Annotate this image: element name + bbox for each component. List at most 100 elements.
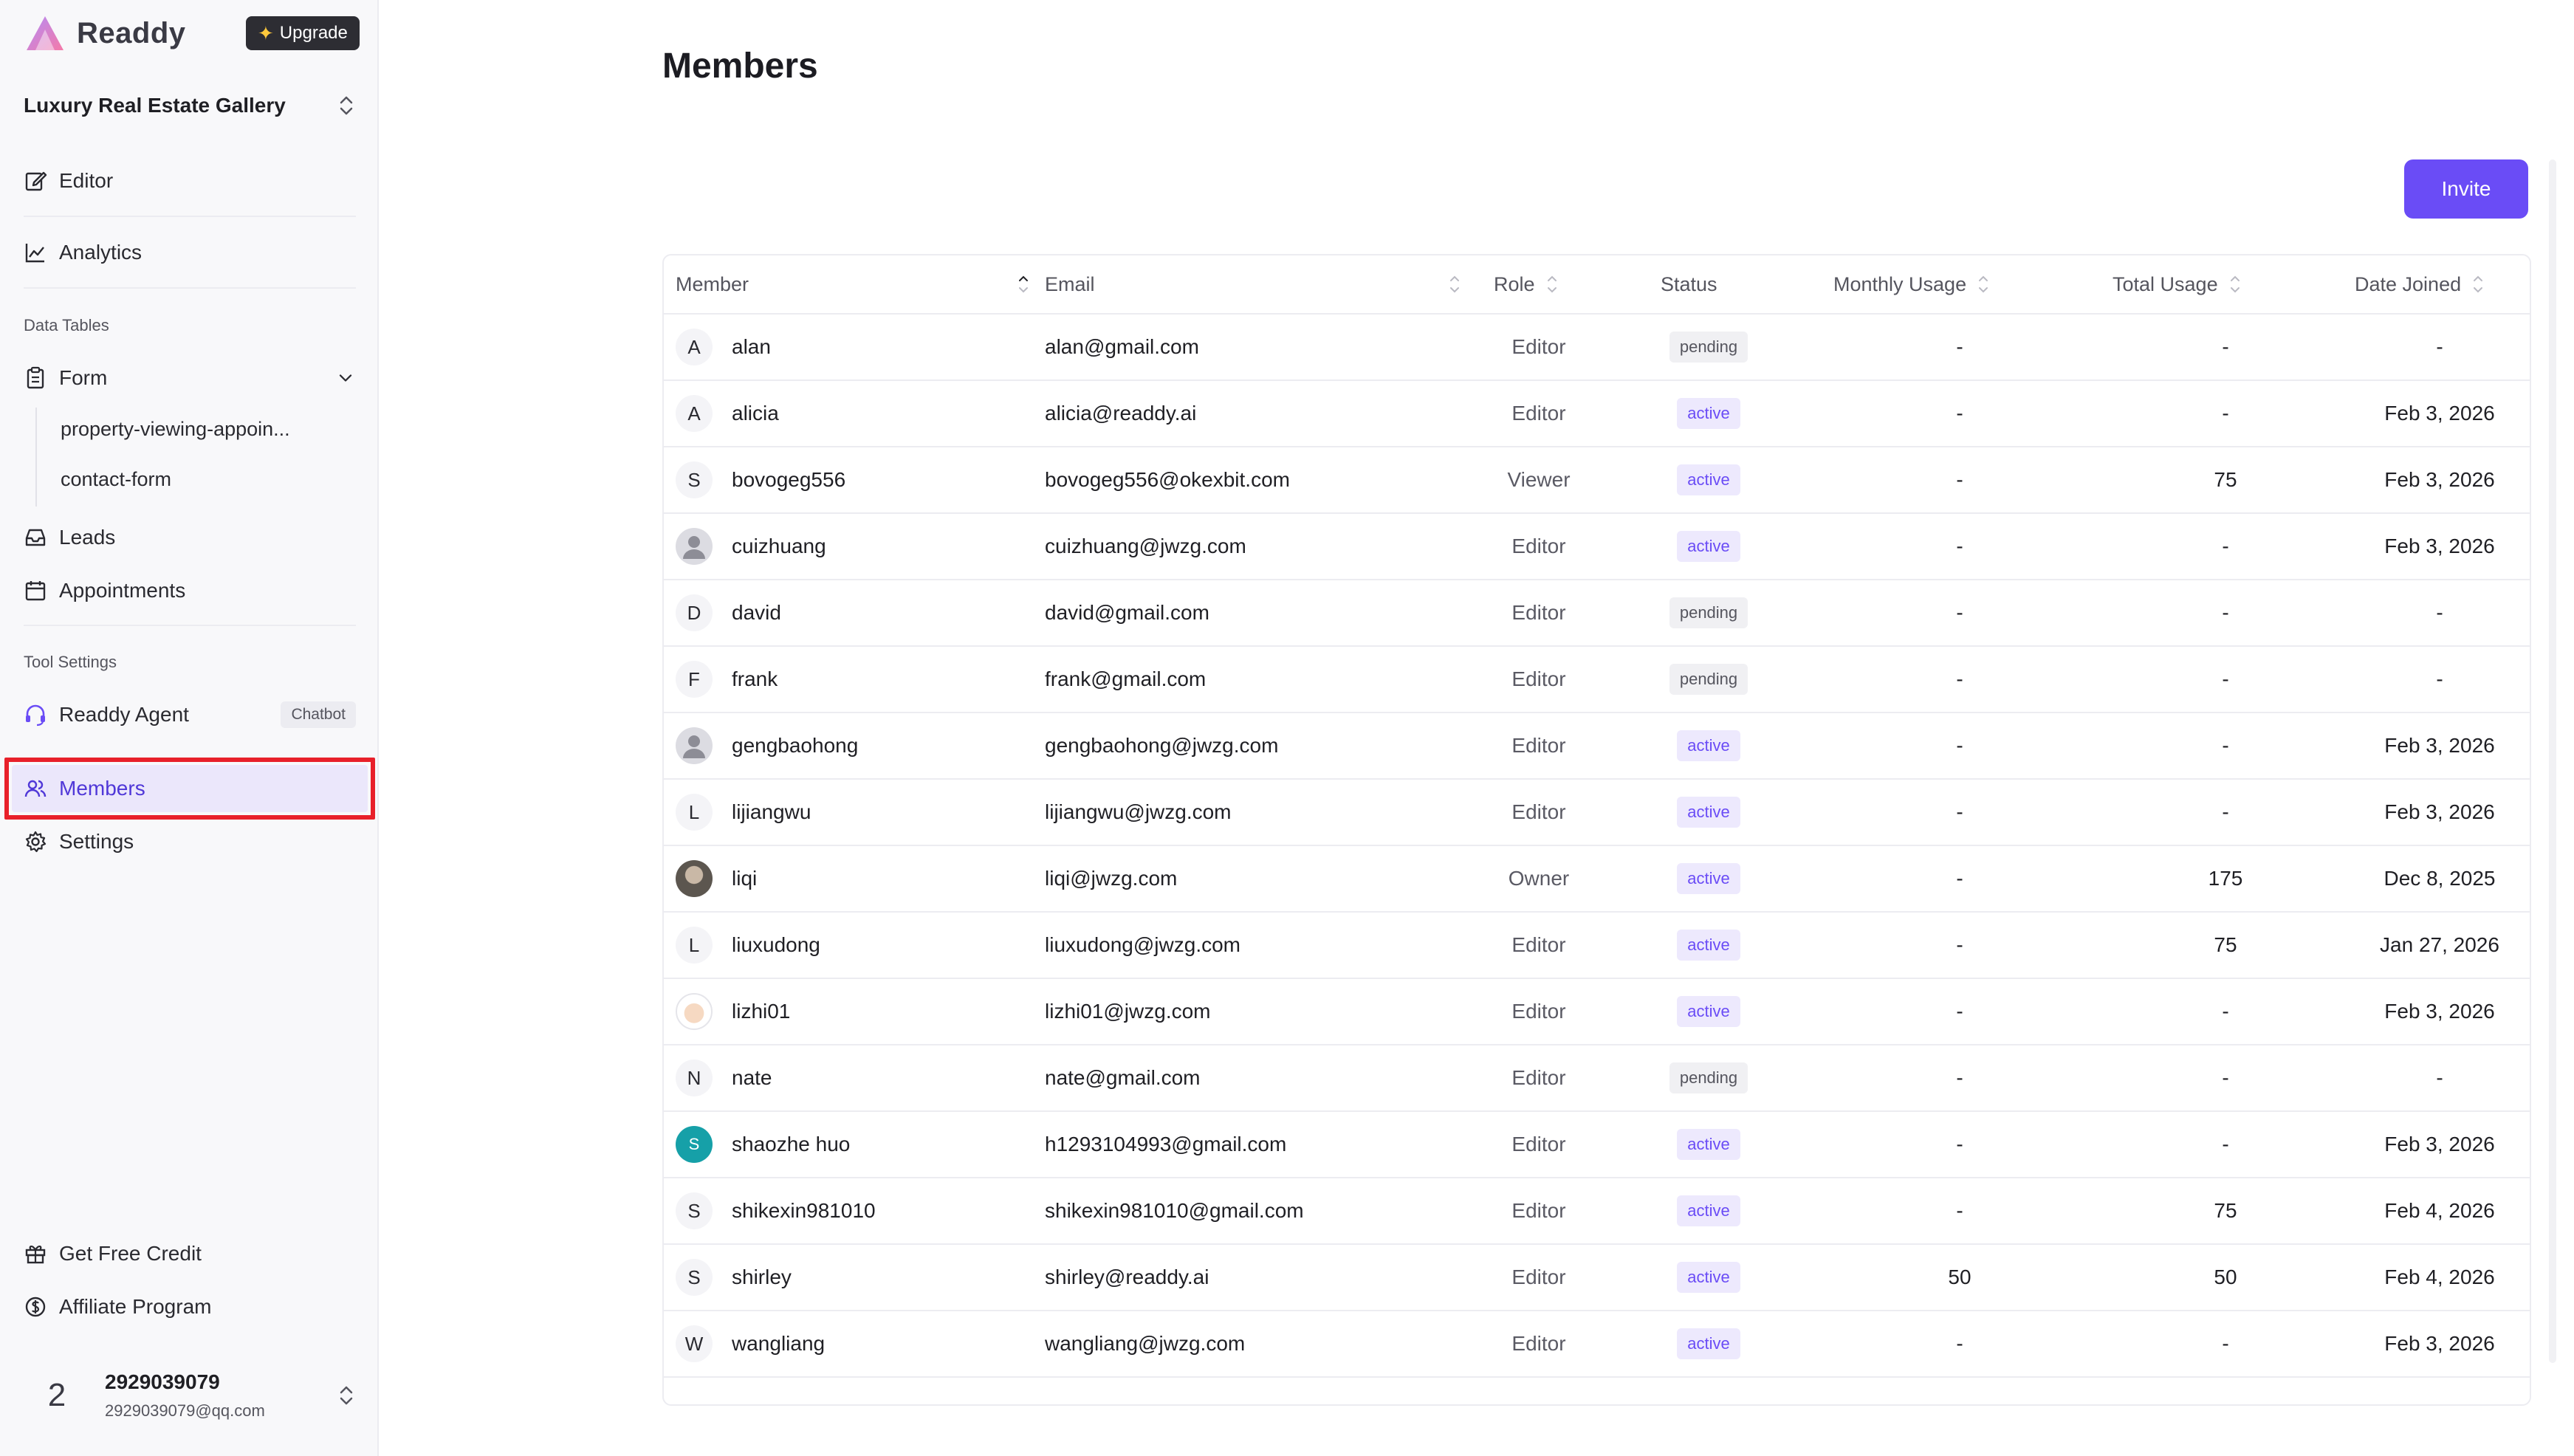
nav-members[interactable]: Members <box>24 768 356 809</box>
status-badge: active <box>1677 1129 1740 1160</box>
column-header-total-usage[interactable]: Total Usage <box>2113 272 2242 297</box>
avatar: W <box>676 1325 713 1362</box>
member-date-joined: Feb 4, 2026 <box>2384 1199 2495 1222</box>
nav-editor[interactable]: Editor <box>24 160 356 202</box>
avatar: L <box>676 794 713 831</box>
table-header: Member Email Role Status Monthly Usage T… <box>664 255 2530 315</box>
nav-form[interactable]: Form <box>24 357 356 399</box>
nav-form-property-viewing[interactable]: property-viewing-appoin... <box>61 418 290 441</box>
member-name: alan <box>732 335 771 358</box>
nav-form-contact-form[interactable]: contact-form <box>61 468 171 491</box>
member-monthly-usage: - <box>1956 1066 1963 1089</box>
member-date-joined: Feb 3, 2026 <box>2384 1133 2495 1155</box>
member-email: shirley@readdy.ai <box>1045 1266 1209 1288</box>
table-row[interactable]: L liuxudong liuxudong@jwzg.com Editor ac… <box>664 913 2530 979</box>
member-avatar-cell: D <box>676 580 713 645</box>
member-monthly-usage: - <box>1956 1332 1963 1355</box>
scrollbar[interactable] <box>2549 159 2556 1363</box>
nav-affiliate-program[interactable]: Affiliate Program <box>24 1286 356 1328</box>
table-row[interactable]: gengbaohong gengbaohong@jwzg.com Editor … <box>664 713 2530 780</box>
member-name: shirley <box>732 1266 792 1288</box>
member-total-usage: 75 <box>2214 933 2237 956</box>
member-role: Editor <box>1511 601 1566 624</box>
table-row[interactable]: N nate nate@gmail.com Editor pending - -… <box>664 1045 2530 1112</box>
table-row[interactable]: S shaozhe huo h1293104993@gmail.com Edit… <box>664 1112 2530 1178</box>
member-name: lizhi01 <box>732 1000 791 1023</box>
calendar-icon <box>25 581 46 601</box>
brand[interactable]: Readdy <box>24 13 186 53</box>
table-row[interactable]: W wangliang wangliang@jwzg.com Editor ac… <box>664 1311 2530 1378</box>
member-name: alicia <box>732 402 779 425</box>
member-role: Editor <box>1511 933 1566 956</box>
table-row[interactable]: D david david@gmail.com Editor pending -… <box>664 580 2530 647</box>
member-name: cuizhuang <box>732 535 826 557</box>
table-row[interactable]: A alicia alicia@readdy.ai Editor active … <box>664 381 2530 447</box>
member-role: Editor <box>1511 1266 1566 1288</box>
column-header-email[interactable]: Email <box>1045 272 1461 297</box>
sort-icon <box>1019 275 1028 293</box>
gift-icon <box>25 1246 46 1264</box>
member-date-joined: Feb 3, 2026 <box>2384 1332 2495 1355</box>
member-monthly-usage: - <box>1956 335 1963 358</box>
member-total-usage: 75 <box>2214 1199 2237 1222</box>
member-role: Editor <box>1511 734 1566 757</box>
member-status-cell: active <box>1616 1311 1801 1376</box>
member-date-joined: Feb 4, 2026 <box>2384 1266 2495 1288</box>
nav-leads[interactable]: Leads <box>24 517 356 558</box>
member-role: Editor <box>1511 335 1566 358</box>
avatar: L <box>676 927 713 964</box>
main-content: Members Invite Member Email Role Status <box>379 0 2574 1456</box>
table-row[interactable]: S bovogeg556 bovogeg556@okexbit.com View… <box>664 447 2530 514</box>
member-total-usage: 175 <box>2208 867 2243 890</box>
table-row[interactable]: S shikexin981010 shikexin981010@gmail.co… <box>664 1178 2530 1245</box>
table-row[interactable]: S shirley shirley@readdy.ai Editor activ… <box>664 1245 2530 1311</box>
member-date-joined: Feb 3, 2026 <box>2384 1000 2495 1023</box>
nav-get-free-credit[interactable]: Get Free Credit <box>24 1233 356 1274</box>
page-title: Members <box>662 47 818 86</box>
member-monthly-usage: - <box>1956 601 1963 624</box>
table-row[interactable]: L lijiangwu lijiangwu@jwzg.com Editor ac… <box>664 780 2530 846</box>
column-header-role[interactable]: Role <box>1494 272 1559 297</box>
sidebar: Readdy ✦ Upgrade Luxury Real Estate Gall… <box>0 0 379 1456</box>
member-total-usage: - <box>2222 1133 2229 1155</box>
member-status-cell: active <box>1616 447 1801 512</box>
member-date-joined: Feb 3, 2026 <box>2384 734 2495 757</box>
member-role: Owner <box>1508 867 1570 890</box>
member-name: wangliang <box>732 1332 826 1355</box>
column-label: Member <box>676 272 749 295</box>
member-avatar-cell: A <box>676 315 713 380</box>
table-row[interactable]: F frank frank@gmail.com Editor pending -… <box>664 647 2530 713</box>
gear-icon <box>25 831 47 853</box>
status-badge: active <box>1677 464 1740 495</box>
member-name: nate <box>732 1066 772 1089</box>
user-icon <box>683 735 705 758</box>
nav-analytics[interactable]: Analytics <box>24 232 356 273</box>
table-row[interactable]: A alan alan@gmail.com Editor pending - -… <box>664 315 2530 381</box>
user-account-switcher[interactable]: 2 2929039079 2929039079@qq.com <box>24 1359 356 1432</box>
member-date-joined: Dec 8, 2025 <box>2383 867 2496 890</box>
member-avatar-cell: S <box>676 1178 713 1243</box>
column-header-member[interactable]: Member <box>676 272 1030 297</box>
upgrade-button[interactable]: ✦ Upgrade <box>246 16 360 50</box>
avatar: A <box>676 329 713 365</box>
member-name: shikexin981010 <box>732 1199 876 1222</box>
column-header-date-joined[interactable]: Date Joined <box>2355 272 2485 297</box>
nav-readdy-agent[interactable]: Readdy Agent Chatbot <box>24 694 356 735</box>
table-row[interactable]: liqi liqi@jwzg.com Owner active - 175 De… <box>664 846 2530 913</box>
member-monthly-usage: - <box>1956 1000 1963 1023</box>
avatar: S <box>676 1259 713 1296</box>
nav-appointments[interactable]: Appointments <box>24 570 356 611</box>
nav-analytics-label: Analytics <box>59 241 143 264</box>
table-body: A alan alan@gmail.com Editor pending - -… <box>664 315 2530 1378</box>
workspace-switcher[interactable]: Luxury Real Estate Gallery <box>24 87 356 124</box>
invite-button[interactable]: Invite <box>2404 159 2528 219</box>
member-monthly-usage: - <box>1956 800 1963 823</box>
table-row[interactable]: lizhi01 lizhi01@jwzg.com Editor active -… <box>664 979 2530 1045</box>
member-monthly-usage: - <box>1956 667 1963 690</box>
column-header-monthly-usage[interactable]: Monthly Usage <box>1833 272 1990 297</box>
table-row[interactable]: cuizhuang cuizhuang@jwzg.com Editor acti… <box>664 514 2530 580</box>
nav-settings[interactable]: Settings <box>24 821 356 862</box>
member-name: shaozhe huo <box>732 1133 851 1155</box>
nav-readdy-agent-label: Readdy Agent <box>59 703 189 726</box>
member-email: lijiangwu@jwzg.com <box>1045 800 1232 823</box>
